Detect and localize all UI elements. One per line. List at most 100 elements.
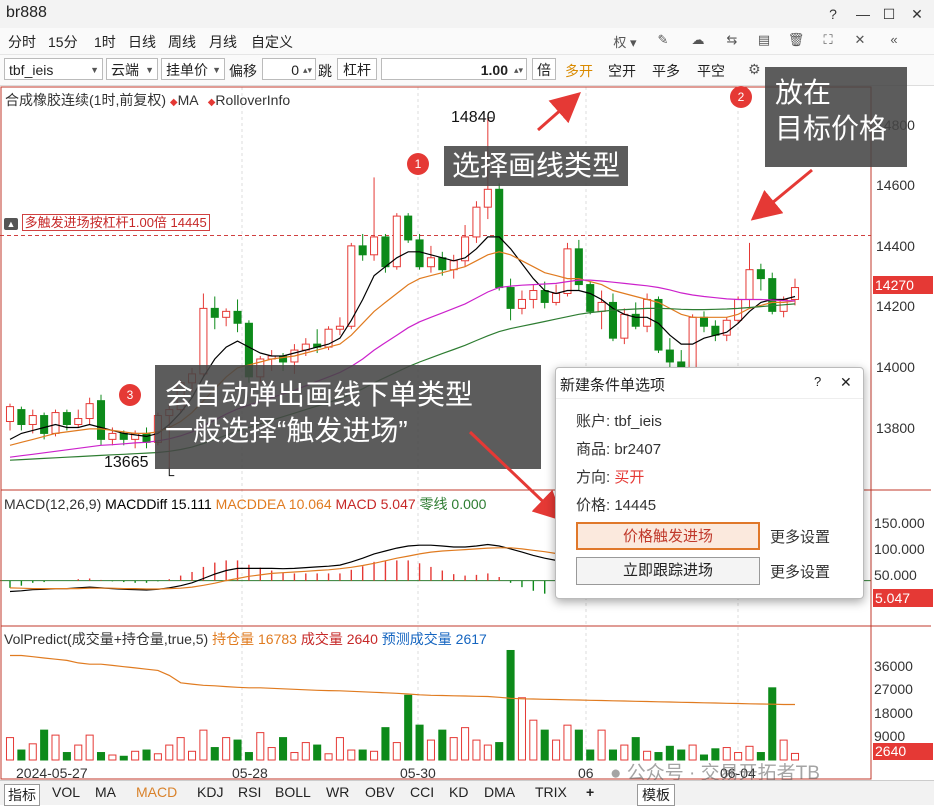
dialog-close-button[interactable]: ✕ xyxy=(840,374,852,391)
help-button[interactable]: ? xyxy=(822,4,844,24)
close-long-button[interactable]: 平多 xyxy=(652,61,680,81)
volume-bar xyxy=(415,724,424,761)
volume-bar xyxy=(449,737,458,761)
period-tab-custom[interactable]: 自定义 xyxy=(251,32,293,52)
offset-value: 0 xyxy=(291,62,299,78)
buy-open-button[interactable]: 多开 xyxy=(565,61,593,81)
indicator-tab-kdj[interactable]: KDJ xyxy=(197,784,223,800)
period-tab-1h[interactable]: 1时 xyxy=(94,32,116,52)
indicator-tab-wr[interactable]: WR xyxy=(326,784,349,800)
volume-bar xyxy=(313,744,322,761)
candle-body xyxy=(85,403,94,420)
account-select[interactable]: tbf_ieis ▼ xyxy=(4,58,103,80)
date-label: 2024-05-27 xyxy=(16,765,88,781)
minimize-button[interactable]: — xyxy=(852,4,874,24)
trash-icon[interactable]: 🗑 xyxy=(786,32,806,48)
step-badge-2: 2 xyxy=(730,86,752,108)
swap-icon[interactable]: ⇆ xyxy=(722,32,742,48)
candle-body xyxy=(506,287,515,309)
close-icon[interactable]: ✕ xyxy=(850,32,870,48)
maximize-button[interactable]: ☐ xyxy=(878,4,900,24)
candle-body xyxy=(415,239,424,268)
candle-body xyxy=(552,293,561,303)
period-tab-intraday[interactable]: 分时 xyxy=(8,32,36,52)
candle-body xyxy=(483,188,492,208)
vol-oi: 持仓量 16783 xyxy=(212,631,297,647)
volume-bar xyxy=(210,747,219,761)
times-label[interactable]: 倍 xyxy=(532,58,556,80)
candle-body xyxy=(472,206,481,238)
title-bar: br888 ? — ☐ ✕ xyxy=(0,0,934,29)
price-tick: 14400 xyxy=(876,238,915,254)
volume-bar xyxy=(563,724,572,761)
fullscreen-icon[interactable]: ⛶ xyxy=(818,32,838,48)
cloud-icon[interactable]: ☁ xyxy=(688,32,708,48)
volume-bar xyxy=(404,694,413,761)
mode-select[interactable]: 云端 ▼ xyxy=(106,58,158,80)
vol-name: VolPredict(成交量+持仓量,true,5) xyxy=(4,631,209,647)
offset-label: 偏移 xyxy=(229,63,257,79)
volume-header: VolPredict(成交量+持仓量,true,5) 持仓量 16783 成交量… xyxy=(4,629,487,649)
ma-legend-icon: ◆ xyxy=(169,97,178,108)
volume-bar xyxy=(28,743,37,761)
leverage-input[interactable]: 1.00 ▴▾ xyxy=(381,58,527,80)
period-tab-monthly[interactable]: 月线 xyxy=(209,32,237,52)
volume-bar xyxy=(324,753,333,761)
offset-stepper[interactable]: 0 ▴▾ xyxy=(262,58,316,80)
indicator-tab-macd[interactable]: MACD xyxy=(136,784,177,800)
close-short-button[interactable]: 平空 xyxy=(697,61,725,81)
layout-icon[interactable]: ▤ xyxy=(754,32,774,48)
settings-icon[interactable]: ⚙ xyxy=(748,61,761,78)
price-label: 价格: xyxy=(576,497,611,514)
vol-current-tag: 2640 xyxy=(873,743,933,760)
volume-bar xyxy=(108,754,117,761)
macd-current-tag: 5.047 xyxy=(873,589,933,607)
more-settings-link-2[interactable]: 更多设置 xyxy=(770,561,830,582)
volume-bar xyxy=(176,737,185,761)
indicator-tab-rsi[interactable]: RSI xyxy=(238,784,261,800)
sell-open-button[interactable]: 空开 xyxy=(608,61,636,81)
account-value: tbf_ieis xyxy=(614,413,662,430)
add-indicator-button[interactable]: + xyxy=(586,784,594,800)
volume-bar xyxy=(381,727,390,761)
indicator-tab-boll[interactable]: BOLL xyxy=(275,784,311,800)
adjust-dropdown[interactable]: 权 ▾ xyxy=(612,32,638,51)
dialog-help-button[interactable]: ? xyxy=(814,374,821,389)
indicator-tab-dma[interactable]: DMA xyxy=(484,784,515,800)
candle-body xyxy=(449,260,458,271)
collapse-icon[interactable]: « xyxy=(884,32,904,47)
candle-body xyxy=(586,284,595,312)
indicator-tab-vol[interactable]: VOL xyxy=(52,784,80,800)
period-tab-daily[interactable]: 日线 xyxy=(128,32,156,52)
callout-3-line2: 一般选择“触发进场” xyxy=(165,415,408,446)
indicator-tab-main[interactable]: 指标 xyxy=(4,784,40,806)
rollover-legend: RolloverInfo xyxy=(215,92,291,108)
period-tab-weekly[interactable]: 周线 xyxy=(168,32,196,52)
order-type-select[interactable]: 挂单价 ▼ xyxy=(161,58,225,80)
volume-bar xyxy=(506,649,515,761)
indicator-tab-kd[interactable]: KD xyxy=(449,784,468,800)
volume-bar xyxy=(347,749,356,761)
volume-bar xyxy=(358,749,367,761)
template-button[interactable]: 模板 xyxy=(637,784,675,806)
more-settings-link-1[interactable]: 更多设置 xyxy=(770,526,830,547)
price-trigger-entry-button[interactable]: 价格触发进场 xyxy=(576,522,760,550)
indicator-tab-obv[interactable]: OBV xyxy=(365,784,395,800)
indicator-tab-ma[interactable]: MA xyxy=(95,784,116,800)
indicator-tab-trix[interactable]: TRIX xyxy=(535,784,567,800)
leverage-button[interactable]: 杠杆 xyxy=(337,58,377,80)
pen-icon[interactable]: ✎ xyxy=(653,32,673,48)
volume-bar xyxy=(574,729,583,761)
period-tab-15m[interactable]: 15分 xyxy=(48,32,78,52)
close-window-button[interactable]: ✕ xyxy=(906,4,928,24)
candle-body xyxy=(40,415,49,434)
volume-bar xyxy=(631,737,640,761)
candle-body xyxy=(404,215,413,241)
callout-3: 会自动弹出画线下单类型 一般选择“触发进场” xyxy=(155,365,541,469)
volume-bar xyxy=(17,749,26,761)
indicator-tab-cci[interactable]: CCI xyxy=(410,784,434,800)
tick-label: 跳 xyxy=(318,63,332,79)
trigger-line-label[interactable]: ▲ 多触发进场按杠杆1.00倍 14445 xyxy=(4,212,210,231)
volume-bar xyxy=(768,687,777,761)
follow-entry-button[interactable]: 立即跟踪进场 xyxy=(576,557,760,585)
